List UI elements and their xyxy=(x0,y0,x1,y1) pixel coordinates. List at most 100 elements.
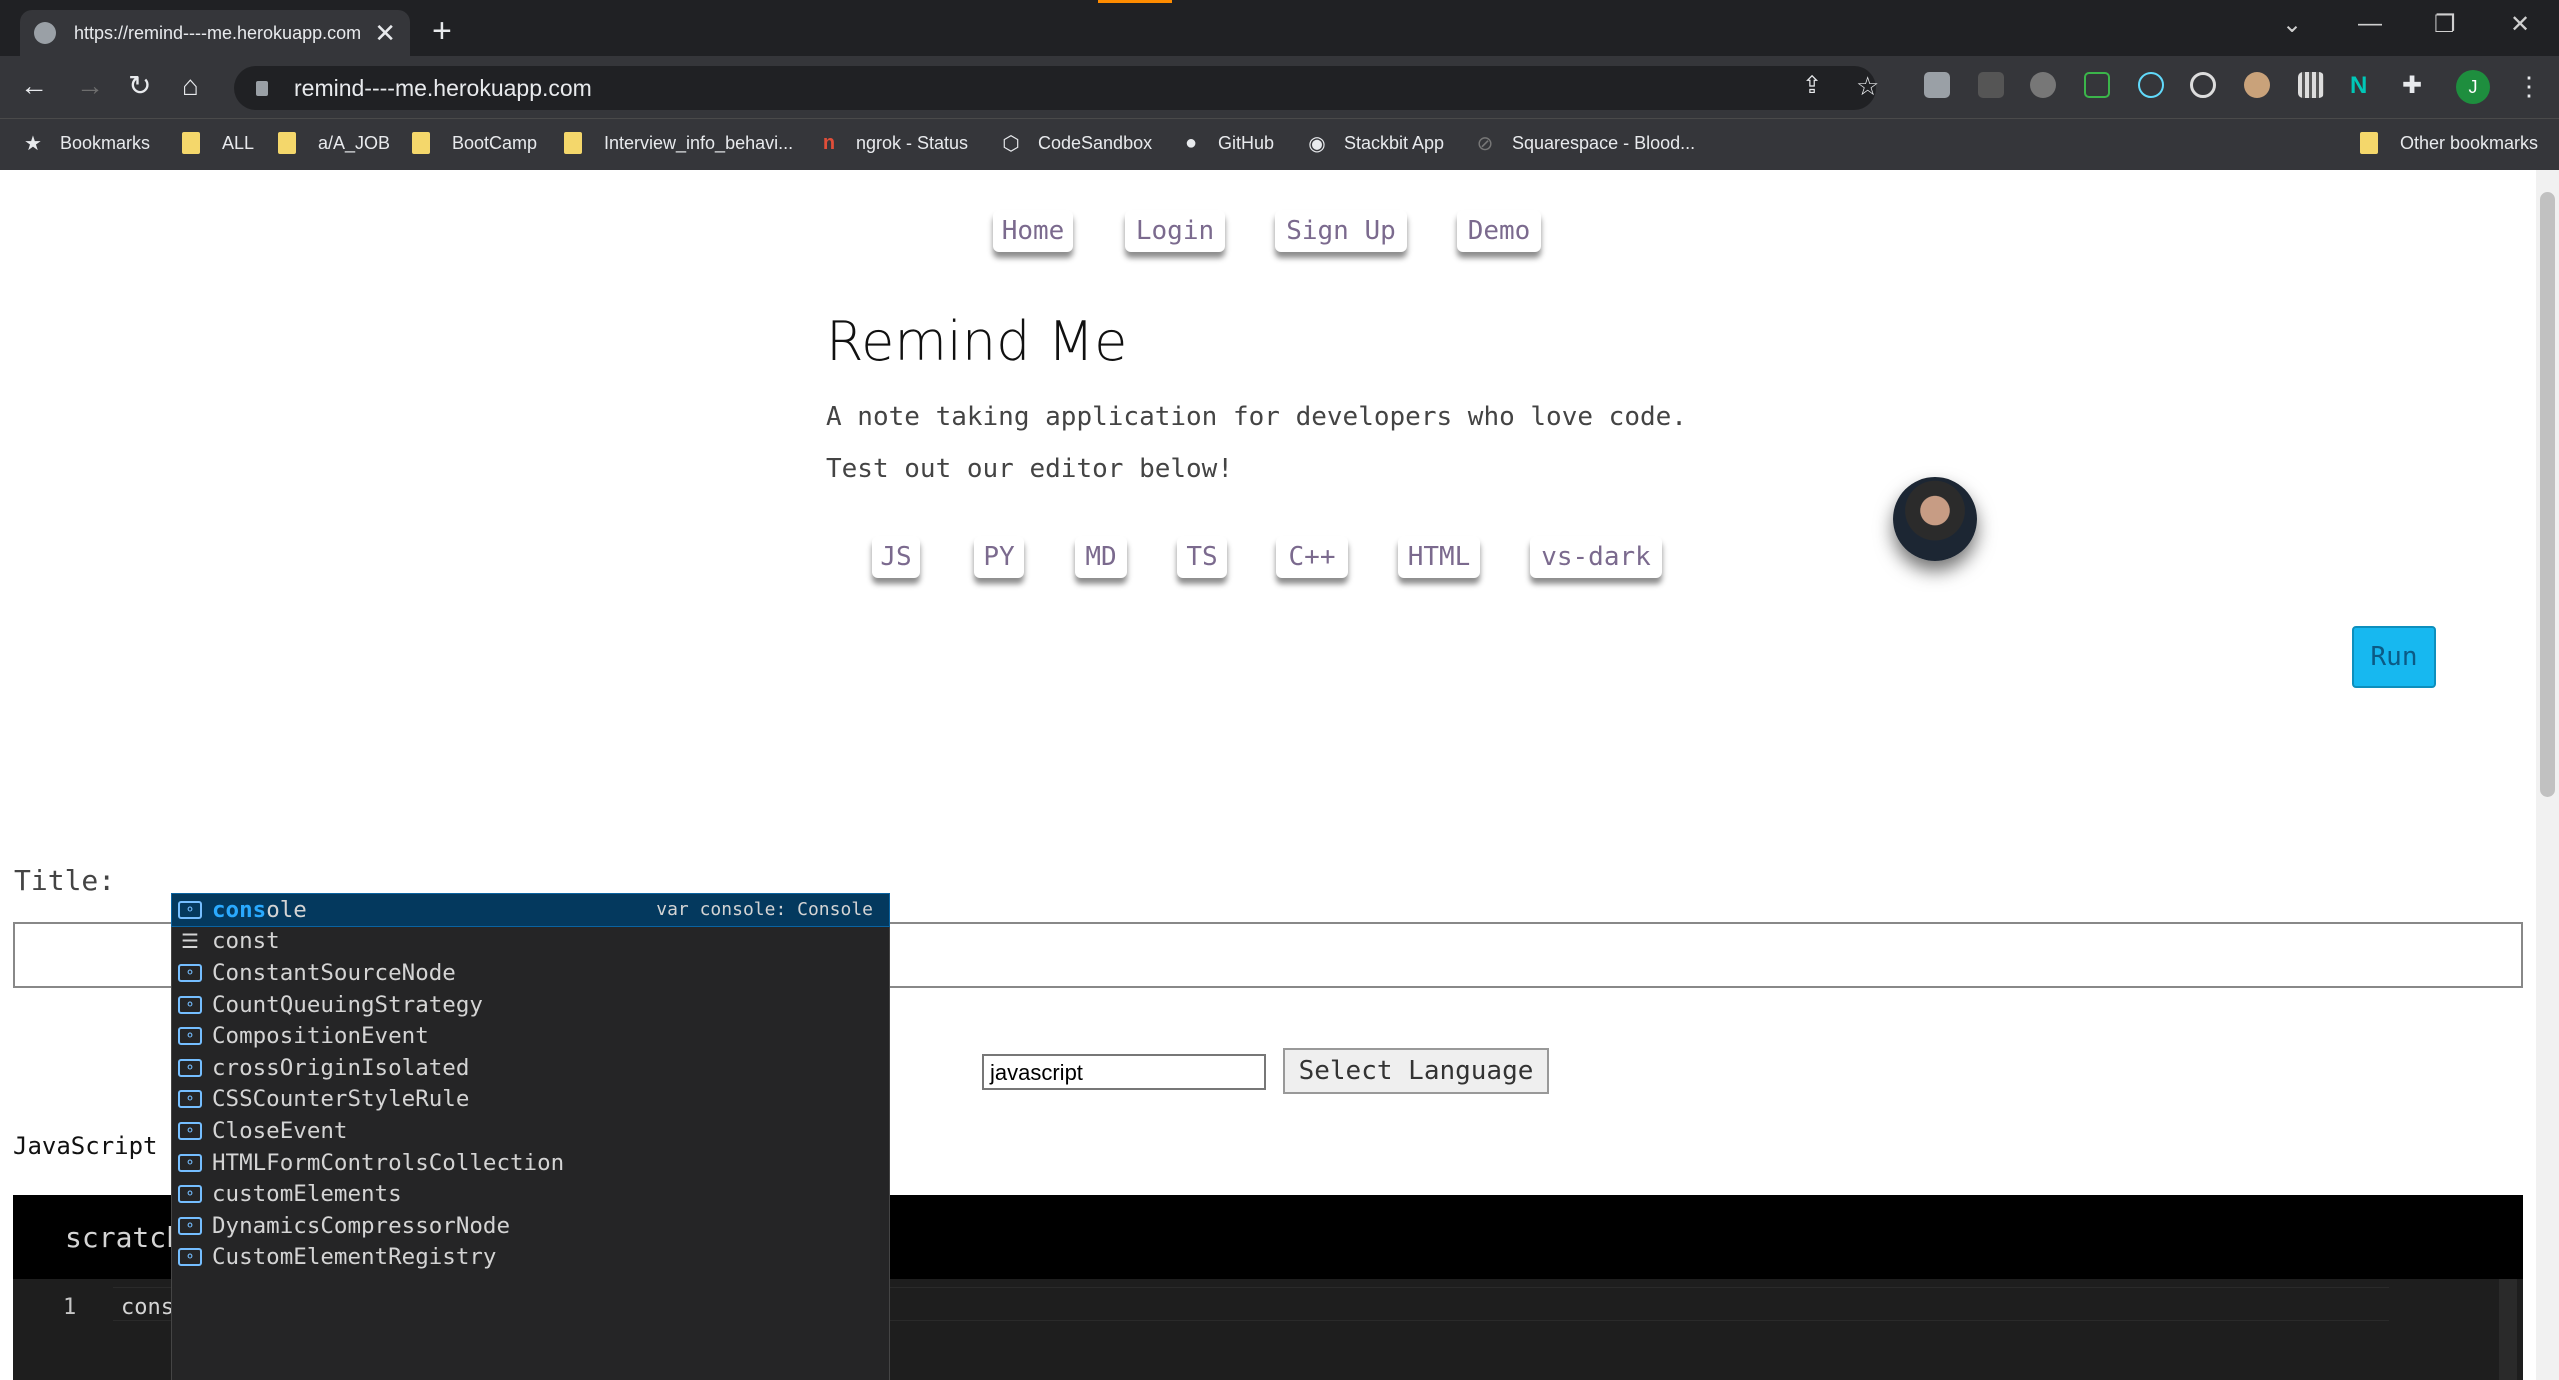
lang-html-button[interactable]: HTML xyxy=(1398,536,1480,578)
extension-owl-icon[interactable] xyxy=(2244,72,2270,98)
browser-tab[interactable]: https://remind----me.herokuapp.com ✕ xyxy=(20,10,410,56)
menu-kebab-icon[interactable]: ⋮ xyxy=(2516,70,2542,102)
stackbit-icon: ◉ xyxy=(1308,132,1326,155)
lang-md-button[interactable]: MD xyxy=(1075,536,1127,578)
forward-icon[interactable]: → xyxy=(76,70,104,102)
address-bar-row: ← → ↻ ⌂ remind----me.herokuapp.com ⇪ ☆ N… xyxy=(0,56,2559,118)
bookmark-item[interactable]: ⬡ CodeSandbox xyxy=(1000,132,1152,155)
bookmark-item[interactable]: BootCamp xyxy=(412,132,537,154)
lock-icon xyxy=(256,80,268,96)
nav-login-button[interactable]: Login xyxy=(1125,210,1225,252)
variable-icon: ⚬ xyxy=(178,1090,202,1109)
browser-tab-strip: https://remind----me.herokuapp.com ✕ + ⌄… xyxy=(0,0,2559,56)
bookmark-item[interactable]: a/A_JOB xyxy=(278,132,390,154)
autocomplete-suggestions: ⚬ console var console: Console ☰ const ⚬ C… xyxy=(171,893,890,1380)
nav-home-button[interactable]: Home xyxy=(993,210,1073,252)
suggestion-item[interactable]: ⚬ CSSCounterStyleRule xyxy=(172,1084,889,1116)
suggestion-detail: var console: Console xyxy=(656,899,873,921)
variable-icon: ⚬ xyxy=(178,1153,202,1172)
suggestion-item[interactable]: ⚬ CustomElementRegistry xyxy=(172,1242,889,1274)
codesandbox-icon: ⬡ xyxy=(1002,132,1020,155)
tagline: A note taking application for developers… xyxy=(826,402,1687,432)
suggestion-item[interactable]: ⚬ CloseEvent xyxy=(172,1115,889,1147)
close-tab-icon[interactable]: ✕ xyxy=(374,18,396,49)
run-button[interactable]: Run xyxy=(2352,626,2436,688)
bookmark-item[interactable]: n ngrok - Status xyxy=(818,132,968,154)
suggestion-item[interactable]: ⚬ customElements xyxy=(172,1178,889,1210)
react-devtools-icon[interactable] xyxy=(2138,72,2164,98)
tagline-editor: Test out our editor below! xyxy=(826,454,1233,484)
close-window-icon[interactable]: ✕ xyxy=(2510,10,2530,39)
folder-icon xyxy=(564,132,582,154)
bookmark-item[interactable]: Interview_info_behavi... xyxy=(564,132,793,154)
suggestion-item[interactable]: ⚬ ConstantSourceNode xyxy=(172,957,889,989)
suggestion-item[interactable]: ⚬ HTMLFormControlsCollection xyxy=(172,1147,889,1179)
lang-cpp-button[interactable]: C++ xyxy=(1276,536,1348,578)
bookmarks-bar: ★ Bookmarks ALL a/A_JOB BootCamp Intervie… xyxy=(0,118,2559,170)
nav-demo-button[interactable]: Demo xyxy=(1457,210,1541,252)
title-label: Title: xyxy=(14,864,116,897)
suggestion-item[interactable]: ⚬ crossOriginIsolated xyxy=(172,1052,889,1084)
bookmark-item[interactable]: ◉ Stackbit App xyxy=(1306,132,1444,155)
suggestion-item[interactable]: ⚬ console var console: Console xyxy=(171,893,890,927)
page-title: Remind Me xyxy=(826,310,1128,373)
tab-search-icon[interactable]: ⌄ xyxy=(2282,10,2302,39)
share-icon[interactable]: ⇪ xyxy=(1802,70,1822,102)
star-icon: ★ xyxy=(24,132,42,155)
tab-strip-indicator xyxy=(1098,0,1172,3)
restore-icon[interactable]: ❐ xyxy=(2434,10,2456,39)
variable-icon: ⚬ xyxy=(178,1058,202,1077)
extension-target-icon[interactable] xyxy=(2190,72,2216,98)
bookmark-item[interactable]: ● GitHub xyxy=(1180,132,1274,154)
folder-icon xyxy=(182,132,200,154)
language-input[interactable]: javascript xyxy=(982,1054,1266,1090)
suggestion-item[interactable]: ⚬ CompositionEvent xyxy=(172,1020,889,1052)
url-field[interactable]: remind----me.herokuapp.com xyxy=(234,66,1876,110)
variable-icon: ⚬ xyxy=(178,900,202,919)
profile-photo[interactable] xyxy=(1893,477,1977,561)
extension-n-icon[interactable]: N xyxy=(2350,72,2376,99)
folder-icon xyxy=(2360,132,2378,154)
current-language-label: JavaScript xyxy=(13,1132,158,1160)
folder-icon xyxy=(412,132,430,154)
other-bookmarks[interactable]: Other bookmarks xyxy=(2360,132,2538,154)
lang-js-button[interactable]: JS xyxy=(872,536,920,578)
lang-py-button[interactable]: PY xyxy=(974,536,1024,578)
minimize-icon[interactable]: — xyxy=(2358,10,2382,38)
bookmark-item[interactable]: ★ Bookmarks xyxy=(22,132,150,155)
extension-screenshot-icon[interactable] xyxy=(2084,72,2110,98)
theme-vs-dark-button[interactable]: vs-dark xyxy=(1530,536,1662,578)
ngrok-icon: n xyxy=(822,131,836,154)
editor-tab-name: scratch xyxy=(65,1221,184,1254)
profile-avatar[interactable]: J xyxy=(2456,70,2490,104)
page-scrollbar-thumb[interactable] xyxy=(2540,192,2555,797)
code-line[interactable]: cons xyxy=(121,1295,176,1321)
suggestion-item[interactable]: ☰ const xyxy=(172,926,889,958)
suggestion-item[interactable]: ⚬ CountQueuingStrategy xyxy=(172,989,889,1021)
extensions-puzzle-icon[interactable]: ✚ xyxy=(2402,70,2422,102)
editor-scrollbar[interactable] xyxy=(2499,1279,2517,1380)
extension-recycle-icon[interactable] xyxy=(2030,72,2056,98)
back-icon[interactable]: ← xyxy=(20,70,48,102)
extension-cast-icon[interactable] xyxy=(1924,72,1950,98)
line-number: 1 xyxy=(63,1295,77,1320)
squarespace-icon: ⊘ xyxy=(1476,132,1494,155)
bookmark-star-icon[interactable]: ☆ xyxy=(1856,70,1879,102)
variable-icon: ⚬ xyxy=(178,1185,202,1204)
nav-signup-button[interactable]: Sign Up xyxy=(1275,210,1407,252)
new-tab-button[interactable]: + xyxy=(432,12,452,51)
variable-icon: ⚬ xyxy=(178,1216,202,1235)
extension-barcode-icon[interactable] xyxy=(2298,72,2324,98)
suggestion-item[interactable]: ⚬ DynamicsCompressorNode xyxy=(172,1210,889,1242)
globe-icon xyxy=(34,22,56,44)
variable-icon: ⚬ xyxy=(178,1027,202,1046)
reload-icon[interactable]: ↻ xyxy=(128,70,151,102)
home-icon[interactable]: ⌂ xyxy=(182,70,199,102)
bookmark-item[interactable]: ALL xyxy=(182,132,254,154)
page-scrollbar[interactable] xyxy=(2536,170,2559,1380)
lang-ts-button[interactable]: TS xyxy=(1177,536,1227,578)
select-language-button[interactable]: Select Language xyxy=(1283,1048,1549,1094)
keyword-icon: ☰ xyxy=(181,929,199,954)
extension-braces-icon[interactable] xyxy=(1978,72,2004,98)
bookmark-item[interactable]: ⊘ Squarespace - Blood... xyxy=(1474,132,1696,155)
